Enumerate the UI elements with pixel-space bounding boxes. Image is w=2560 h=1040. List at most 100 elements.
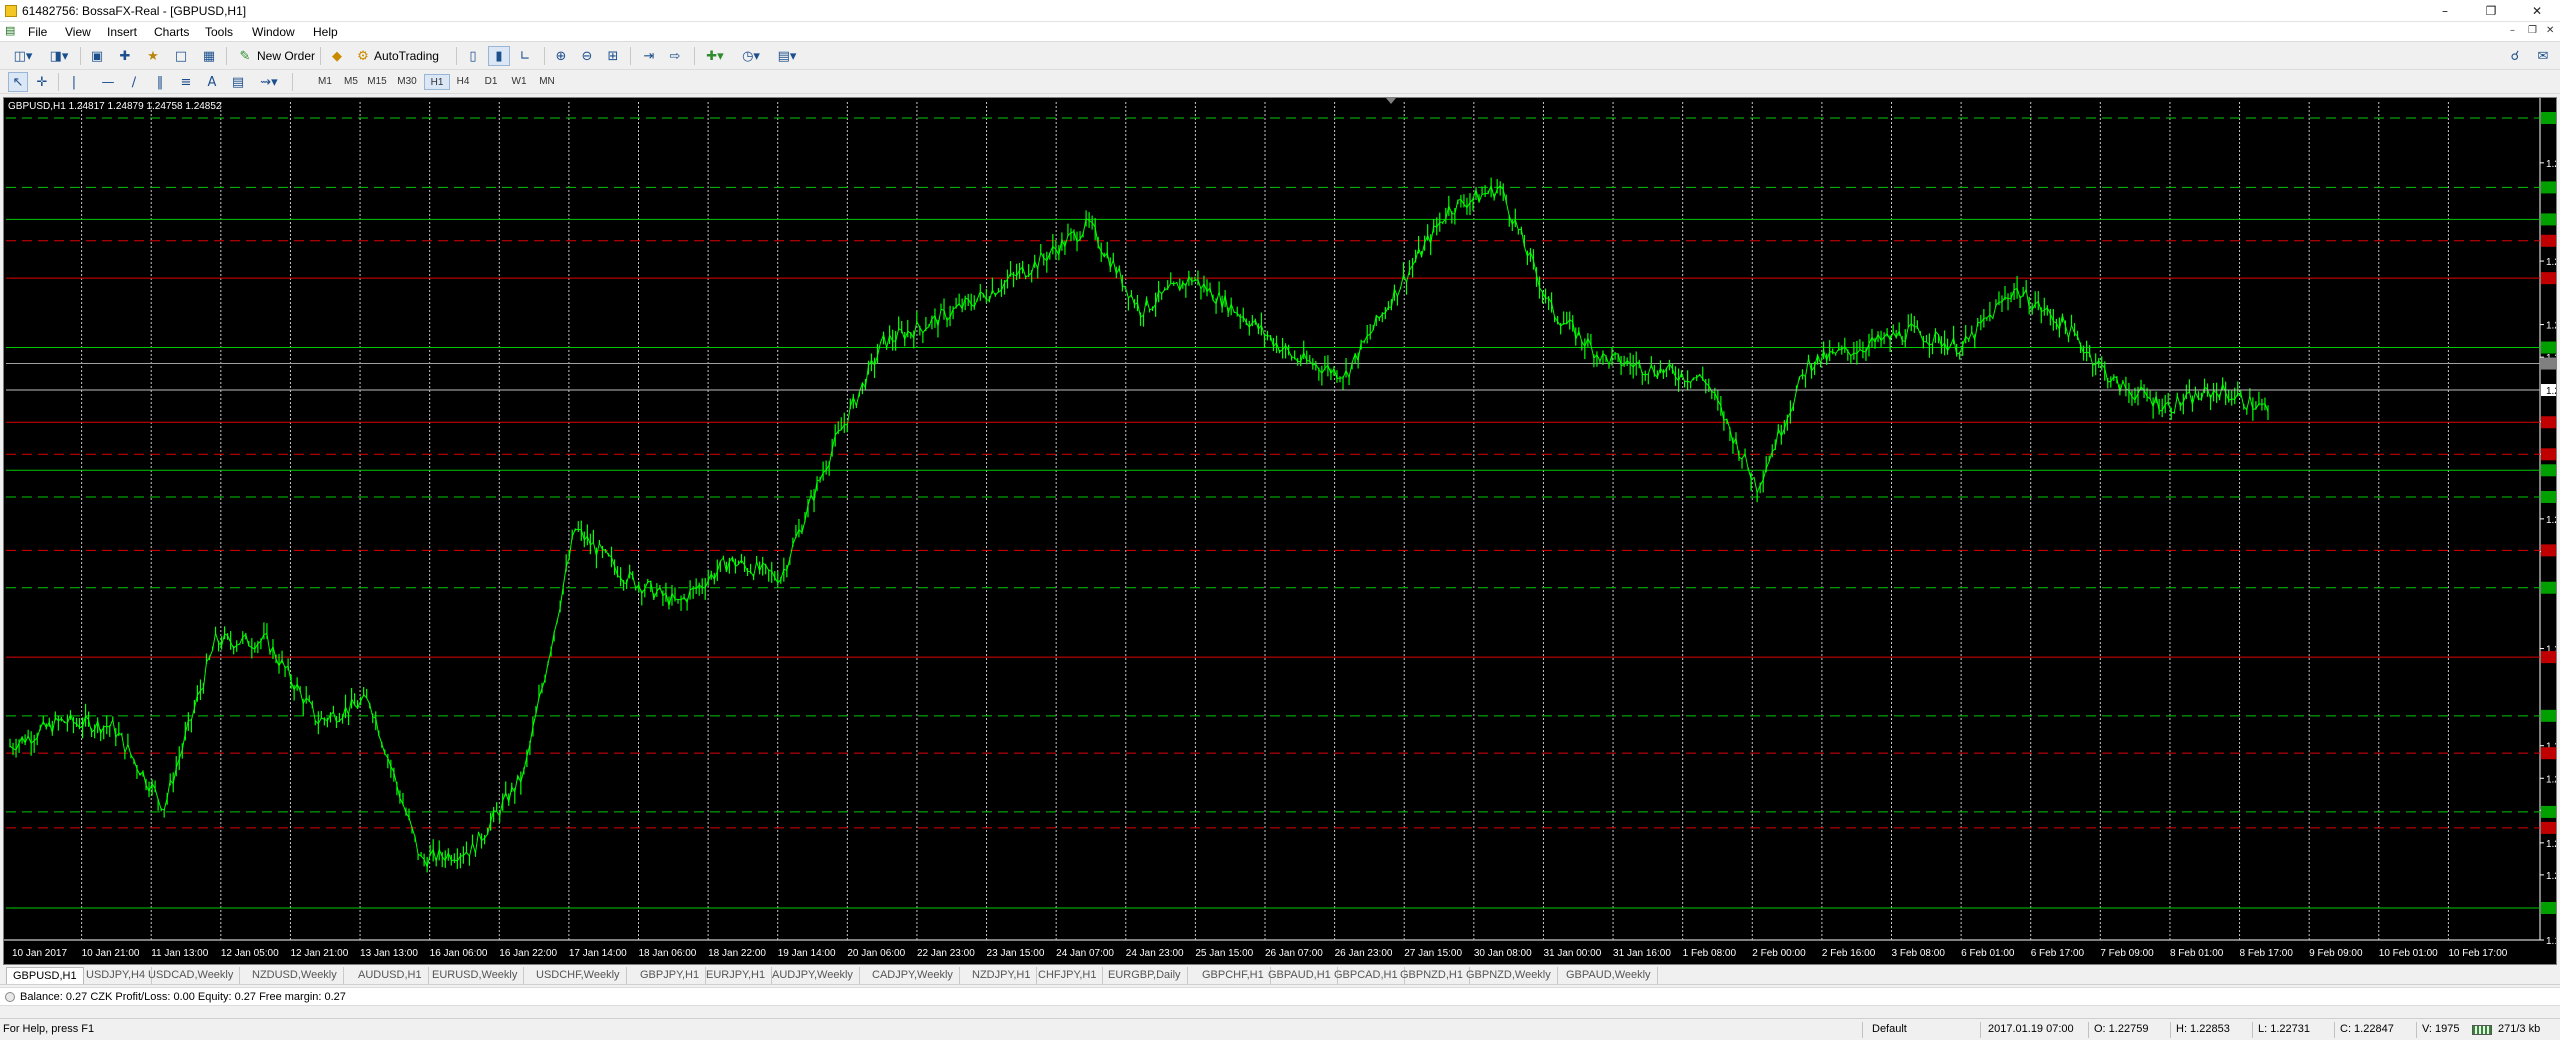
chart-shift-icon[interactable]: ⇥ [638, 46, 660, 66]
crosshair-icon[interactable]: ✛ [32, 72, 52, 92]
profiles-icon[interactable]: ◨▾ [44, 46, 74, 66]
menu-help[interactable]: Help [313, 25, 338, 39]
chart-tab[interactable]: EURJPY,H1 [700, 967, 773, 984]
chart-tab[interactable]: USDCHF,Weekly [530, 967, 627, 984]
horizontal-line-icon[interactable]: — [98, 72, 118, 92]
timeframe-m30[interactable]: M30 [394, 74, 420, 90]
minimize-button[interactable]: – [2422, 0, 2468, 22]
terminal-icon[interactable]: □ [170, 46, 192, 66]
vertical-line-icon[interactable]: | [64, 72, 84, 92]
status-volume: V: 1975 [2422, 1023, 2460, 1035]
autotrading-button[interactable]: AutoTrading [374, 49, 439, 63]
metaeditor-icon[interactable]: ◆ [326, 46, 348, 66]
new-order-icon[interactable]: ✎ [234, 46, 256, 66]
fibonacci-icon[interactable]: ≡ [176, 72, 196, 92]
chart-shift-marker [1386, 98, 1396, 104]
timeframe-m1[interactable]: M1 [312, 74, 338, 90]
navigator-icon[interactable]: ★ [142, 46, 164, 66]
new-chart-icon[interactable]: ◫▾ [8, 46, 38, 66]
timeframe-m15[interactable]: M15 [364, 74, 390, 90]
app-logo-icon [5, 5, 17, 17]
time-axis-label: 23 Jan 15:00 [987, 948, 1045, 959]
status-help: For Help, press F1 [3, 1023, 95, 1035]
menu-file[interactable]: File [28, 25, 47, 39]
indicators-icon[interactable]: ✚▾ [700, 46, 730, 66]
bar-chart-icon[interactable]: ▯ [462, 46, 484, 66]
timeframe-h1[interactable]: H1 [424, 74, 450, 90]
chart-tab[interactable]: AUDUSD,H1 [352, 967, 429, 984]
time-axis-label: 12 Jan 05:00 [221, 948, 279, 959]
time-axis-label: 27 Jan 15:00 [1404, 948, 1462, 959]
zoom-out-icon[interactable]: ⊖ [576, 46, 598, 66]
timeframe-mn[interactable]: MN [534, 74, 560, 90]
maximize-button[interactable]: ❐ [2468, 0, 2514, 22]
chart-tab[interactable]: NZDUSD,Weekly [246, 967, 344, 984]
mdi-close-button[interactable]: ✕ [2546, 25, 2554, 36]
time-axis-label: 10 Jan 2017 [12, 948, 67, 959]
menu-view[interactable]: View [65, 25, 91, 39]
status-bar: For Help, press F1 Default 2017.01.19 07… [0, 1018, 2560, 1040]
menu-window[interactable]: Window [252, 25, 295, 39]
chart-tab[interactable]: EURGBP,Daily [1102, 967, 1188, 984]
chart-window[interactable]: GBPUSD,H1 1.24817 1.24879 1.24758 1.2485… [3, 97, 2557, 965]
time-axis-label: 16 Jan 22:00 [499, 948, 557, 959]
timeframe-d1[interactable]: D1 [478, 74, 504, 90]
chart-tab[interactable]: CHFJPY,H1 [1032, 967, 1104, 984]
chart-tab[interactable]: GBPCHF,H1 [1196, 967, 1271, 984]
price-line [9, 183, 2269, 869]
trendline-icon[interactable]: ∕ [124, 72, 144, 92]
chat-icon[interactable]: ✉ [2532, 46, 2554, 66]
chart-tab[interactable]: GBPJPY,H1 [634, 967, 707, 984]
level-price-tag [2541, 747, 2556, 760]
text-icon[interactable]: A [202, 72, 222, 92]
time-axis-label: 7 Feb 09:00 [2100, 948, 2154, 959]
menu-charts[interactable]: Charts [154, 25, 189, 39]
market-watch-icon[interactable]: ▣ [86, 46, 108, 66]
chart-tab[interactable]: GBPNZD,Weekly [1460, 967, 1558, 984]
time-axis-label: 2 Feb 16:00 [1822, 948, 1876, 959]
chart-tab[interactable]: GBPUSD,H1 [6, 967, 84, 984]
cursor-icon[interactable]: ↖ [8, 72, 28, 92]
current-price-label: 1.24852 [2546, 386, 2557, 397]
chart-tab[interactable]: GBPNZD,H1 [1394, 967, 1470, 984]
tile-windows-icon[interactable]: ⊞ [602, 46, 624, 66]
level-price-tag [2541, 544, 2556, 557]
status-close: C: 1.22847 [2340, 1023, 2394, 1035]
chart-tab[interactable]: AUDJPY,Weekly [766, 967, 860, 984]
menu-insert[interactable]: Insert [107, 25, 137, 39]
chart-tab[interactable]: USDCAD,Weekly [142, 967, 241, 984]
timeframe-m5[interactable]: M5 [338, 74, 364, 90]
templates-icon[interactable]: ▤▾ [772, 46, 802, 66]
auto-scroll-icon[interactable]: ⇨ [664, 46, 686, 66]
chart-tab[interactable]: CADJPY,Weekly [866, 967, 960, 984]
equidistant-channel-icon[interactable]: ‖ [150, 72, 170, 92]
strategy-tester-icon[interactable]: ▦ [198, 46, 220, 66]
arrows-icon[interactable]: ⇝▾ [254, 72, 284, 92]
new-order-button[interactable]: New Order [257, 49, 315, 63]
mdi-minimize-button[interactable]: – [2510, 25, 2515, 36]
autotrading-icon[interactable]: ⚙ [352, 46, 374, 66]
text-label-icon[interactable]: ▤ [228, 72, 248, 92]
candlestick-chart-icon[interactable]: ▮ [488, 46, 510, 66]
chart-window-icon[interactable]: ▤ [5, 24, 15, 37]
menu-tools[interactable]: Tools [205, 25, 233, 39]
price-axis-label: 1.26060 [2546, 257, 2557, 268]
price-axis-label: 1.26980 [2546, 159, 2557, 170]
data-window-icon[interactable]: ✚ [114, 46, 136, 66]
chart-tab[interactable]: NZDJPY,H1 [966, 967, 1038, 984]
price-chart[interactable]: 10 Jan 2017 10 Jan 21:00 11 Jan 13:00 12 Ja… [4, 98, 2557, 965]
timeframe-w1[interactable]: W1 [506, 74, 532, 90]
line-chart-icon[interactable]: ∟ [514, 46, 536, 66]
menu-bar: ▤ File View Insert Charts Tools Window H… [0, 22, 2560, 42]
level-price-tag [2541, 181, 2556, 194]
close-button[interactable]: ✕ [2514, 0, 2560, 22]
chart-tab[interactable]: GBPAUD,Weekly [1560, 967, 1658, 984]
search-icon[interactable]: ☌ [2504, 46, 2526, 66]
zoom-in-icon[interactable]: ⊕ [550, 46, 572, 66]
timeframe-h4[interactable]: H4 [450, 74, 476, 90]
chart-tab[interactable]: EURUSD,Weekly [426, 967, 525, 984]
connection-status-icon[interactable] [2472, 1025, 2492, 1035]
chart-tab[interactable]: GBPAUD,H1 [1262, 967, 1338, 984]
periods-icon[interactable]: ◷▾ [736, 46, 766, 66]
mdi-restore-button[interactable]: ❐ [2528, 25, 2537, 36]
